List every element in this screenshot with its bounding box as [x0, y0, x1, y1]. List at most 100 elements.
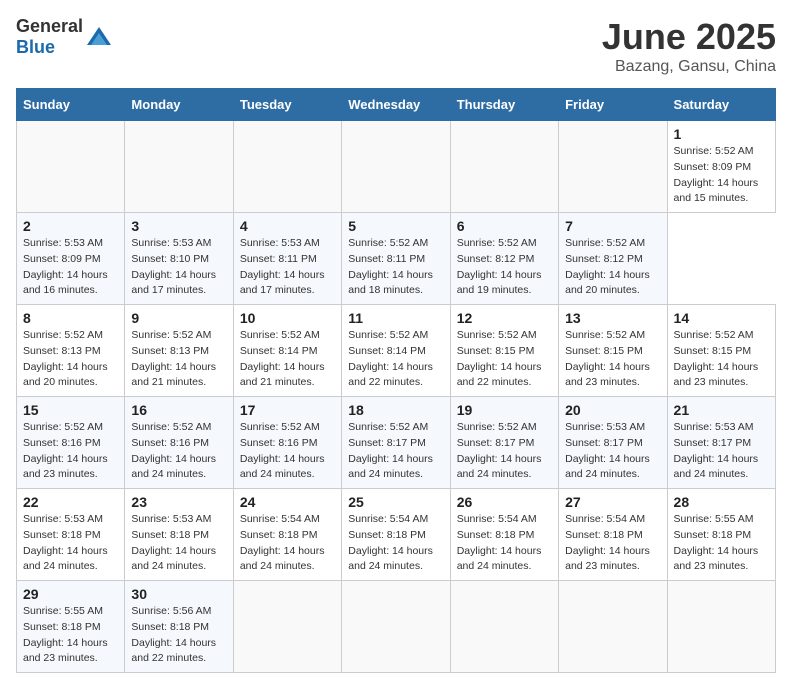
day-info: Sunrise: 5:54 AMSunset: 8:18 PMDaylight:… [565, 513, 650, 572]
calendar-day-cell: 12Sunrise: 5:52 AMSunset: 8:15 PMDayligh… [450, 305, 558, 397]
day-of-week-header: Monday [125, 89, 233, 121]
day-number: 20 [565, 402, 660, 418]
calendar-day-cell: 4Sunrise: 5:53 AMSunset: 8:11 PMDaylight… [233, 213, 341, 305]
day-info: Sunrise: 5:53 AMSunset: 8:09 PMDaylight:… [23, 237, 108, 296]
day-of-week-header: Friday [559, 89, 667, 121]
calendar-day-cell [667, 581, 775, 673]
calendar-week-row: 8 Sunrise: 5:52 AMSunset: 8:13 PMDaylight… [17, 305, 776, 397]
calendar-table: SundayMondayTuesdayWednesdayThursdayFrid… [16, 88, 776, 673]
day-info: Sunrise: 5:52 AMSunset: 8:09 PMDaylight:… [674, 145, 759, 204]
calendar-day-cell: 20 Sunrise: 5:53 AMSunset: 8:17 PMDayligh… [559, 397, 667, 489]
day-info: Sunrise: 5:53 AMSunset: 8:18 PMDaylight:… [131, 513, 216, 572]
logo-icon [85, 23, 113, 51]
day-info: Sunrise: 5:53 AMSunset: 8:18 PMDaylight:… [23, 513, 108, 572]
calendar-day-cell: 9 Sunrise: 5:52 AMSunset: 8:13 PMDaylight… [125, 305, 233, 397]
calendar-day-cell: 27 Sunrise: 5:54 AMSunset: 8:18 PMDayligh… [559, 489, 667, 581]
calendar-day-cell: 29 Sunrise: 5:55 AMSunset: 8:18 PMDayligh… [17, 581, 125, 673]
title-area: June 2025 Bazang, Gansu, China [602, 16, 776, 76]
calendar-week-row: 15 Sunrise: 5:52 AMSunset: 8:16 PMDayligh… [17, 397, 776, 489]
day-number: 22 [23, 494, 118, 510]
calendar-day-cell [342, 121, 450, 213]
calendar-day-cell [450, 581, 558, 673]
day-info: Sunrise: 5:54 AMSunset: 8:18 PMDaylight:… [348, 513, 433, 572]
calendar-day-cell: 8 Sunrise: 5:52 AMSunset: 8:13 PMDaylight… [17, 305, 125, 397]
day-number: 18 [348, 402, 443, 418]
day-info: Sunrise: 5:52 AMSunset: 8:11 PMDaylight:… [348, 237, 433, 296]
day-number: 5 [348, 218, 443, 234]
calendar-day-cell [233, 581, 341, 673]
calendar-day-cell: 13Sunrise: 5:52 AMSunset: 8:15 PMDayligh… [559, 305, 667, 397]
calendar-day-cell: 22 Sunrise: 5:53 AMSunset: 8:18 PMDayligh… [17, 489, 125, 581]
calendar-subtitle: Bazang, Gansu, China [602, 58, 776, 76]
day-number: 17 [240, 402, 335, 418]
calendar-week-row: 1Sunrise: 5:52 AMSunset: 8:09 PMDaylight… [17, 121, 776, 213]
calendar-day-cell: 21Sunrise: 5:53 AMSunset: 8:17 PMDayligh… [667, 397, 775, 489]
day-of-week-header: Saturday [667, 89, 775, 121]
calendar-day-cell: 2 Sunrise: 5:53 AMSunset: 8:09 PMDaylight… [17, 213, 125, 305]
day-of-week-header: Wednesday [342, 89, 450, 121]
day-info: Sunrise: 5:52 AMSunset: 8:17 PMDaylight:… [457, 421, 542, 480]
day-number: 7 [565, 218, 660, 234]
day-number: 6 [457, 218, 552, 234]
day-number: 11 [348, 310, 443, 326]
calendar-day-cell: 19 Sunrise: 5:52 AMSunset: 8:17 PMDayligh… [450, 397, 558, 489]
day-number: 30 [131, 586, 226, 602]
calendar-day-cell: 26Sunrise: 5:54 AMSunset: 8:18 PMDayligh… [450, 489, 558, 581]
logo-text: General Blue [16, 16, 83, 58]
calendar-week-row: 29 Sunrise: 5:55 AMSunset: 8:18 PMDayligh… [17, 581, 776, 673]
day-number: 12 [457, 310, 552, 326]
calendar-day-cell: 16Sunrise: 5:52 AMSunset: 8:16 PMDayligh… [125, 397, 233, 489]
day-info: Sunrise: 5:52 AMSunset: 8:16 PMDaylight:… [240, 421, 325, 480]
day-number: 3 [131, 218, 226, 234]
day-info: Sunrise: 5:53 AMSunset: 8:17 PMDaylight:… [674, 421, 759, 480]
day-of-week-header: Sunday [17, 89, 125, 121]
day-info: Sunrise: 5:52 AMSunset: 8:15 PMDaylight:… [674, 329, 759, 388]
day-info: Sunrise: 5:53 AMSunset: 8:10 PMDaylight:… [131, 237, 216, 296]
calendar-day-cell: 10 Sunrise: 5:52 AMSunset: 8:14 PMDayligh… [233, 305, 341, 397]
calendar-day-cell [233, 121, 341, 213]
logo: General Blue [16, 16, 113, 58]
day-number: 9 [131, 310, 226, 326]
day-number: 13 [565, 310, 660, 326]
calendar-day-cell: 11 Sunrise: 5:52 AMSunset: 8:14 PMDayligh… [342, 305, 450, 397]
day-info: Sunrise: 5:52 AMSunset: 8:13 PMDaylight:… [23, 329, 108, 388]
day-number: 10 [240, 310, 335, 326]
day-number: 19 [457, 402, 552, 418]
day-number: 27 [565, 494, 660, 510]
day-info: Sunrise: 5:52 AMSunset: 8:17 PMDaylight:… [348, 421, 433, 480]
calendar-day-cell: 23Sunrise: 5:53 AMSunset: 8:18 PMDayligh… [125, 489, 233, 581]
day-info: Sunrise: 5:52 AMSunset: 8:14 PMDaylight:… [240, 329, 325, 388]
day-info: Sunrise: 5:52 AMSunset: 8:13 PMDaylight:… [131, 329, 216, 388]
day-info: Sunrise: 5:55 AMSunset: 8:18 PMDaylight:… [23, 605, 108, 664]
calendar-day-cell: 14 Sunrise: 5:52 AMSunset: 8:15 PMDayligh… [667, 305, 775, 397]
day-of-week-header: Tuesday [233, 89, 341, 121]
calendar-day-cell: 6 Sunrise: 5:52 AMSunset: 8:12 PMDaylight… [450, 213, 558, 305]
calendar-week-row: 2 Sunrise: 5:53 AMSunset: 8:09 PMDaylight… [17, 213, 776, 305]
calendar-day-cell: 30Sunrise: 5:56 AMSunset: 8:18 PMDayligh… [125, 581, 233, 673]
day-info: Sunrise: 5:54 AMSunset: 8:18 PMDaylight:… [457, 513, 542, 572]
day-info: Sunrise: 5:52 AMSunset: 8:12 PMDaylight:… [457, 237, 542, 296]
day-number: 25 [348, 494, 443, 510]
calendar-body: 1Sunrise: 5:52 AMSunset: 8:09 PMDaylight… [17, 121, 776, 673]
calendar-day-cell [342, 581, 450, 673]
calendar-day-cell: 15 Sunrise: 5:52 AMSunset: 8:16 PMDayligh… [17, 397, 125, 489]
day-info: Sunrise: 5:55 AMSunset: 8:18 PMDaylight:… [674, 513, 759, 572]
day-number: 29 [23, 586, 118, 602]
day-number: 8 [23, 310, 118, 326]
calendar-week-row: 22 Sunrise: 5:53 AMSunset: 8:18 PMDayligh… [17, 489, 776, 581]
calendar-day-cell: 3 Sunrise: 5:53 AMSunset: 8:10 PMDaylight… [125, 213, 233, 305]
day-number: 24 [240, 494, 335, 510]
calendar-day-cell [125, 121, 233, 213]
page-header: General Blue June 2025 Bazang, Gansu, Ch… [16, 16, 776, 76]
day-number: 14 [674, 310, 769, 326]
calendar-day-cell [559, 581, 667, 673]
calendar-day-cell: 28 Sunrise: 5:55 AMSunset: 8:18 PMDayligh… [667, 489, 775, 581]
day-info: Sunrise: 5:52 AMSunset: 8:14 PMDaylight:… [348, 329, 433, 388]
day-info: Sunrise: 5:52 AMSunset: 8:16 PMDaylight:… [23, 421, 108, 480]
day-number: 28 [674, 494, 769, 510]
day-number: 2 [23, 218, 118, 234]
calendar-day-cell: 5 Sunrise: 5:52 AMSunset: 8:11 PMDaylight… [342, 213, 450, 305]
day-info: Sunrise: 5:53 AMSunset: 8:17 PMDaylight:… [565, 421, 650, 480]
calendar-day-cell: 24Sunrise: 5:54 AMSunset: 8:18 PMDayligh… [233, 489, 341, 581]
day-number: 15 [23, 402, 118, 418]
